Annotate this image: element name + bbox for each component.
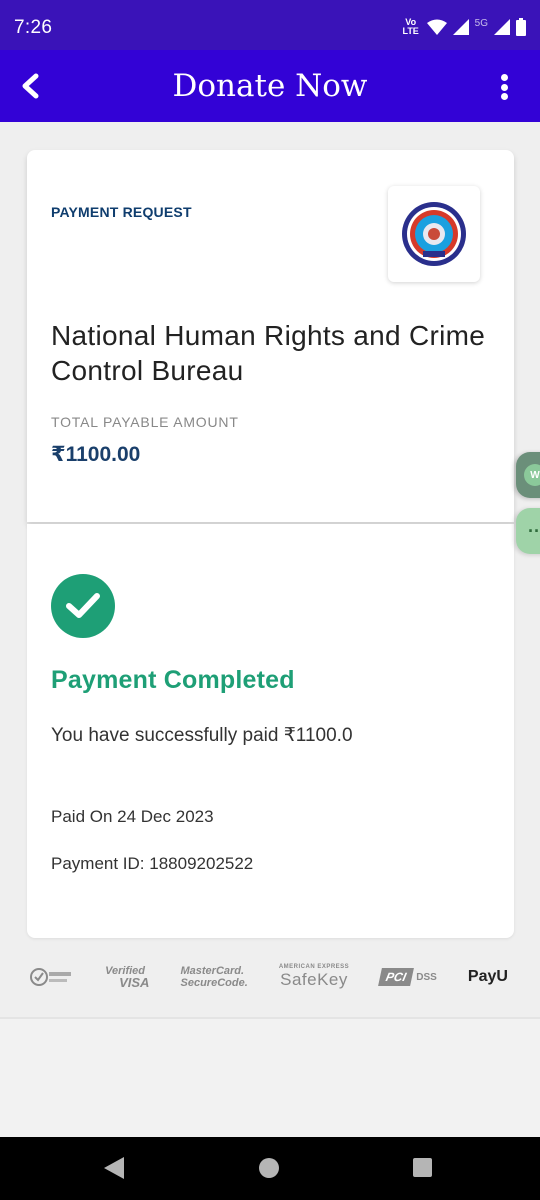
floating-widget-whatsapp[interactable]: W: [516, 452, 540, 498]
verified-by-visa-badge: Verified VISA: [105, 965, 150, 990]
app-bar: Donate Now: [0, 50, 540, 122]
more-horiz-icon: ··: [528, 520, 540, 541]
organization-name: National Human Rights and Crime Control …: [51, 320, 486, 386]
payu-logo: PayU: [467, 968, 508, 985]
mastercard-securecode-badge: MasterCard. SecureCode.: [180, 965, 248, 989]
status-icons: Vo LTE 5G: [401, 16, 526, 38]
more-options-button[interactable]: [492, 70, 516, 104]
system-nav-bar: [0, 1137, 540, 1200]
nav-recents-icon[interactable]: [413, 1158, 432, 1177]
norton-secured-icon: [30, 966, 74, 988]
payment-id: Payment ID: 18809202522: [51, 854, 254, 873]
amount-label: TOTAL PAYABLE AMOUNT: [51, 414, 239, 430]
trust-badges-row: Verified VISA MasterCard. SecureCode. AM…: [30, 960, 512, 994]
network-type-label: 5G: [474, 17, 488, 29]
amount-value: ₹1100.00: [51, 443, 141, 466]
wifi-icon: [426, 19, 447, 35]
battery-icon: [516, 18, 526, 36]
payment-status-card: Payment Completed You have successfully …: [27, 524, 514, 938]
org-logo: [388, 186, 480, 282]
nav-home-icon[interactable]: [259, 1158, 279, 1178]
signal-2-icon: [494, 19, 510, 35]
footer-area: [0, 1017, 540, 1137]
payment-request-card: PAYMENT REQUEST National Human Rights an…: [27, 150, 514, 522]
checkmark-icon: [66, 593, 100, 618]
payment-message: You have successfully paid ₹1100.0: [51, 725, 353, 746]
floating-widget-more[interactable]: ··: [516, 508, 540, 554]
status-bar: 7:26 Vo LTE 5G: [0, 0, 540, 50]
success-check-icon: [51, 574, 115, 638]
more-vert-icon: [500, 74, 508, 81]
page-title: Donate Now: [172, 68, 368, 104]
payment-request-label: PAYMENT REQUEST: [51, 204, 192, 220]
signal-icon: [452, 19, 469, 35]
status-time: 7:26: [14, 17, 53, 38]
whatsapp-icon: W: [524, 464, 540, 486]
payment-status-title: Payment Completed: [51, 666, 295, 694]
pci-dss-badge: PCI DSS: [378, 968, 437, 986]
nav-back-icon[interactable]: [104, 1157, 126, 1179]
amex-safekey-badge: AMERICAN EXPRESS SafeKey: [278, 964, 350, 989]
paid-on-date: Paid On 24 Dec 2023: [51, 807, 214, 826]
volte-icon: Vo LTE: [402, 17, 419, 36]
org-seal-icon: [402, 202, 466, 266]
